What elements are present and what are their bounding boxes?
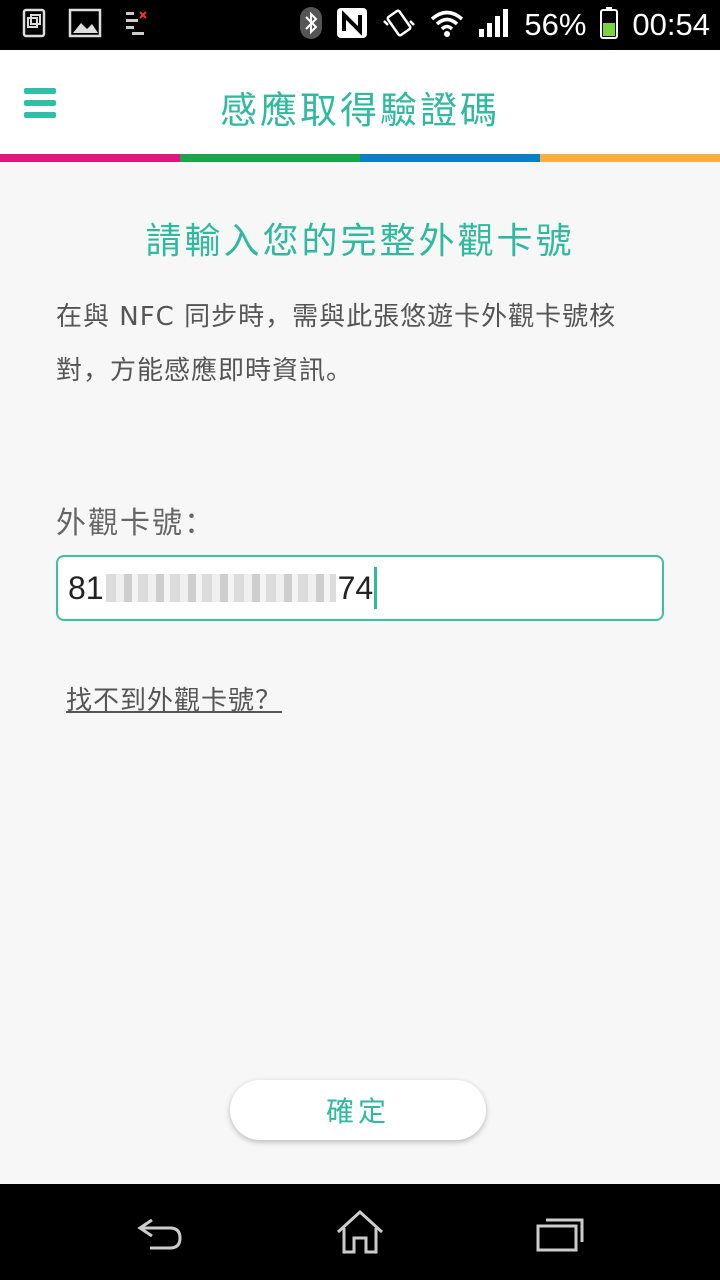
signal-icon (478, 8, 510, 42)
battery-icon (600, 7, 619, 43)
battery-percent: 56% (524, 7, 587, 42)
strip-magenta (0, 154, 180, 162)
description-text: 在與 NFC 同步時，需與此張悠遊卡外觀卡號核對，方能感應即時資訊。 (56, 302, 617, 386)
text-cursor (374, 567, 378, 609)
navigation-bar (0, 1184, 720, 1280)
status-bar: 56% 00:54 (0, 0, 720, 50)
page-title: 感應取得驗證碼 (220, 89, 500, 132)
wifi-icon (430, 9, 464, 41)
section-heading: 請輸入您的完整外觀卡號 (145, 221, 575, 262)
redacted-digits (105, 574, 336, 602)
card-number-prefix: 81 (68, 569, 104, 606)
bluetooth-icon (300, 7, 323, 43)
confirm-button[interactable]: 確定 (230, 1080, 486, 1140)
vibrate-icon (382, 7, 416, 43)
back-icon[interactable] (132, 1208, 192, 1256)
card-number-suffix: 74 (337, 569, 374, 606)
app-bar: 感應取得驗證碼 (0, 50, 720, 154)
main-content: 請輸入您的完整外觀卡號 在與 NFC 同步時，需與此張悠遊卡外觀卡號核對，方能感… (0, 162, 720, 1184)
screen: 56% 00:54 感應取得驗證碼 請輸入您的完整外觀卡號 在與 NFC 同步時… (0, 0, 720, 1280)
card-number-input[interactable]: 81 74 (56, 555, 664, 621)
strip-orange (540, 154, 720, 162)
card-number-label: 外觀卡號： (56, 506, 216, 541)
color-strip (0, 154, 720, 162)
strip-blue (360, 154, 540, 162)
screenshot-icon (22, 8, 46, 42)
gallery-icon (68, 8, 102, 42)
nfc-icon (336, 7, 368, 43)
home-icon[interactable] (330, 1208, 390, 1256)
strip-green (180, 154, 360, 162)
sim-icon (124, 10, 148, 40)
clock: 00:54 (632, 7, 710, 42)
recents-icon[interactable] (532, 1208, 592, 1256)
cannot-find-card-number-link[interactable]: 找不到外觀卡號？ (66, 680, 282, 717)
